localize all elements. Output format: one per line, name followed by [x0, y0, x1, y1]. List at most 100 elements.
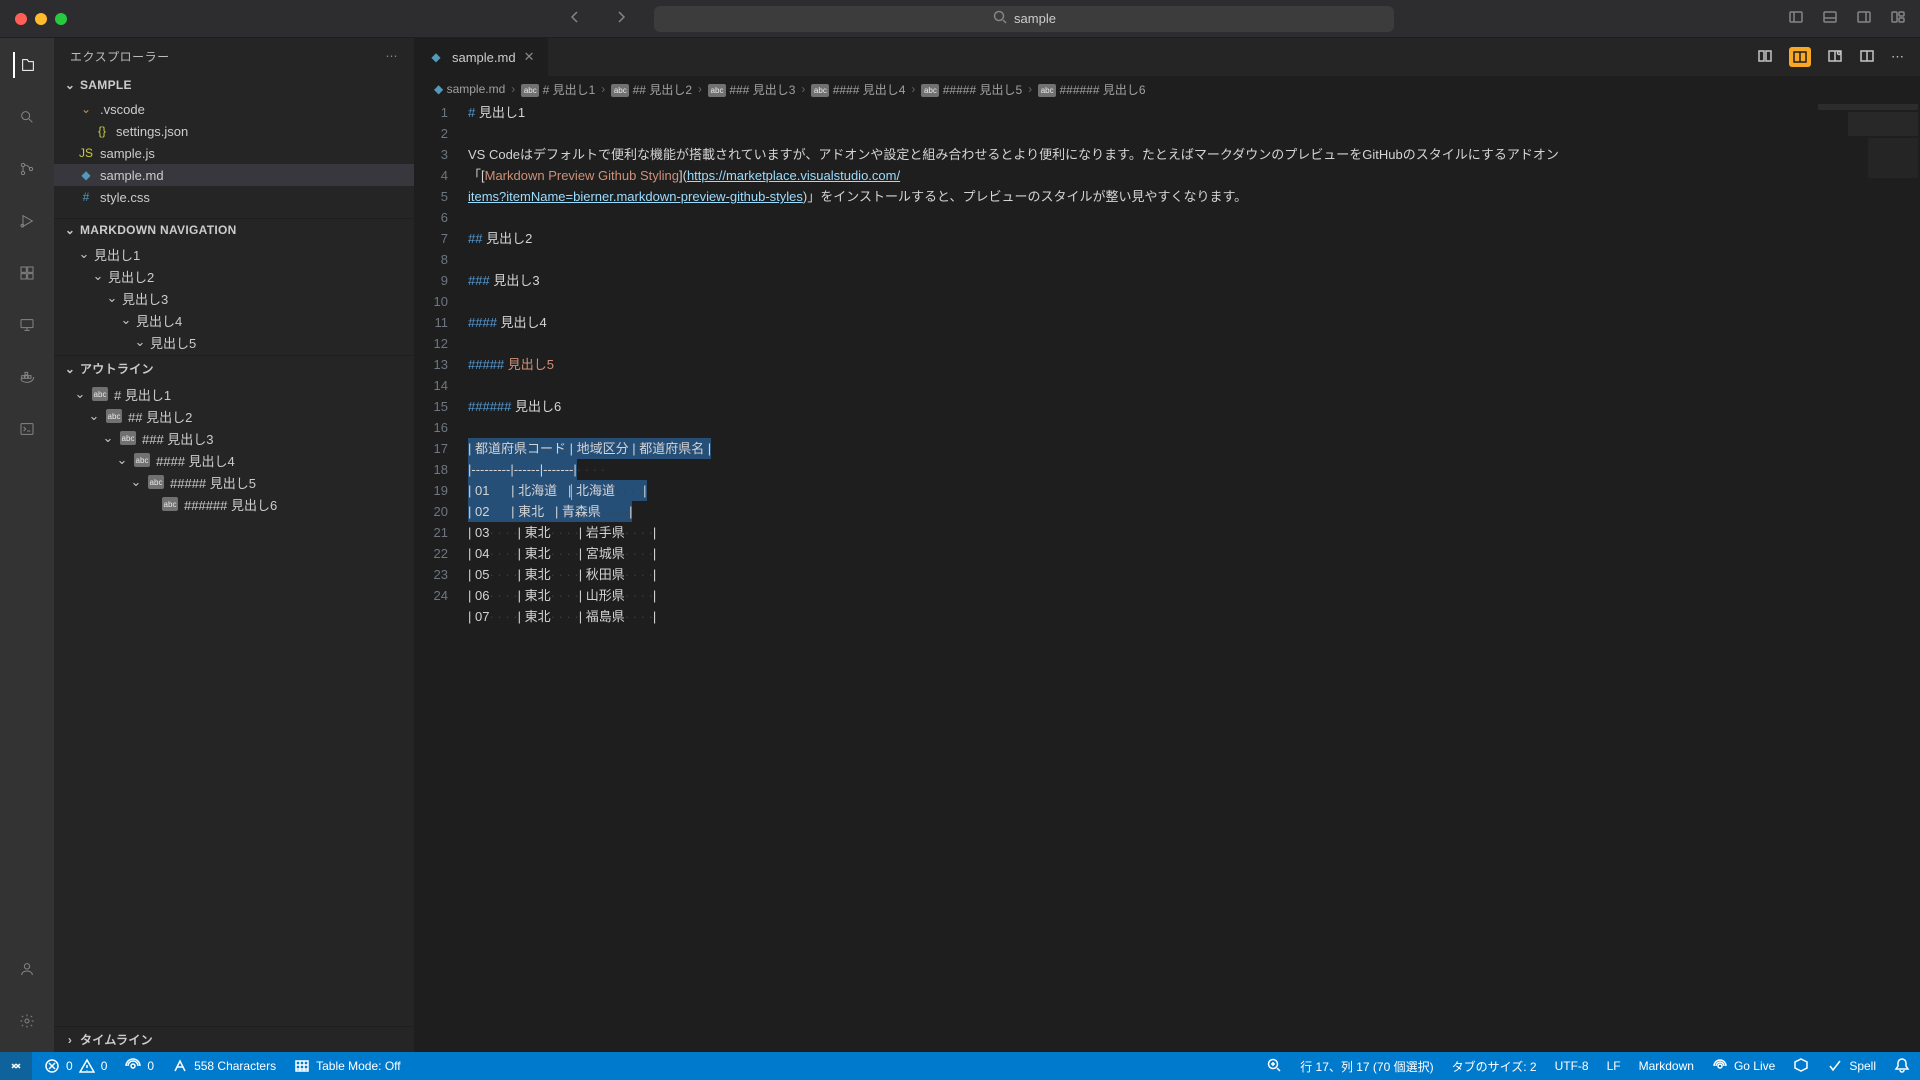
- file-item[interactable]: ⌄ .vscode: [54, 98, 414, 120]
- notifications-icon[interactable]: [1894, 1057, 1910, 1076]
- encoding-status[interactable]: UTF-8: [1555, 1059, 1589, 1073]
- remote-explorer-icon[interactable]: [14, 312, 40, 338]
- extensions-icon[interactable]: [14, 260, 40, 286]
- outline-label: ###### 見出し6: [184, 495, 277, 514]
- nav-label: 見出し1: [94, 245, 140, 264]
- folder-file-icon: ⌄: [78, 102, 94, 116]
- minimize-window[interactable]: [35, 13, 47, 25]
- table-mode-status[interactable]: Table Mode: Off: [294, 1058, 401, 1074]
- source-control-icon[interactable]: [14, 156, 40, 182]
- toggle-panel-icon[interactable]: [1822, 9, 1838, 28]
- tab-sample-md[interactable]: ◆ sample.md ✕: [414, 38, 549, 76]
- spell-status[interactable]: Spell: [1827, 1058, 1876, 1074]
- outline-label: ### 見出し3: [142, 429, 214, 448]
- zoom-icon[interactable]: [1266, 1057, 1282, 1076]
- accounts-icon[interactable]: [14, 956, 40, 982]
- breadcrumb-item[interactable]: abc # 見出し1: [521, 81, 595, 98]
- outline-header[interactable]: ⌄ アウトライン: [54, 356, 414, 381]
- breadcrumb-item[interactable]: abc ### 見出し3: [708, 81, 795, 98]
- breadcrumb-item[interactable]: abc ###### 見出し6: [1038, 81, 1145, 98]
- table-mode-label: Table Mode: Off: [316, 1059, 401, 1073]
- more-actions-icon[interactable]: ⋯: [1891, 49, 1904, 65]
- cursor-position[interactable]: 行 17、列 17 (70 個選択): [1300, 1058, 1433, 1075]
- port-count: 0: [147, 1059, 154, 1073]
- open-changes-icon[interactable]: [1757, 48, 1773, 67]
- breadcrumb-item[interactable]: ◆ sample.md: [434, 82, 505, 96]
- breadcrumb-item[interactable]: abc #### 見出し4: [811, 81, 905, 98]
- search-icon[interactable]: [14, 104, 40, 130]
- forward-icon[interactable]: [613, 9, 629, 28]
- split-editor-icon[interactable]: [1859, 48, 1875, 67]
- close-icon[interactable]: ✕: [524, 49, 535, 65]
- outline-item[interactable]: abc###### 見出し6: [54, 493, 414, 515]
- language-mode[interactable]: Markdown: [1639, 1059, 1694, 1073]
- file-name: .vscode: [100, 102, 145, 117]
- timeline-header[interactable]: › タイムライン: [54, 1027, 414, 1052]
- terminal-icon[interactable]: [14, 416, 40, 442]
- history-nav: [567, 9, 629, 28]
- outline-item[interactable]: ⌄abc# 見出し1: [54, 383, 414, 405]
- outline-item[interactable]: ⌄abc#### 見出し4: [54, 449, 414, 471]
- markdown-file-icon: ◆: [428, 50, 444, 64]
- markdown-nav-header[interactable]: ⌄ MARKDOWN NAVIGATION: [54, 219, 414, 241]
- md-nav-item[interactable]: ⌄見出し2: [54, 265, 414, 287]
- back-icon[interactable]: [567, 9, 583, 28]
- breadcrumb-item[interactable]: abc ## 見出し2: [611, 81, 692, 98]
- file-item[interactable]: {}settings.json: [54, 120, 414, 142]
- toggle-primary-sidebar-icon[interactable]: [1788, 9, 1804, 28]
- sidebar-title: エクスプローラー ⋯: [54, 38, 414, 74]
- section-label: MARKDOWN NAVIGATION: [80, 223, 237, 237]
- md-nav-item[interactable]: ⌄見出し4: [54, 309, 414, 331]
- code-content[interactable]: # 見出し1 VS Codeはデフォルトで便利な機能が搭載されていますが、アドオ…: [468, 102, 1920, 1052]
- md-nav-item[interactable]: ⌄見出し1: [54, 243, 414, 265]
- file-name: style.css: [100, 190, 150, 205]
- eslint-icon[interactable]: [1793, 1057, 1809, 1076]
- symbol-icon: abc: [521, 84, 539, 97]
- breadcrumbs[interactable]: ◆ sample.md›abc # 見出し1›abc ## 見出し2›abc #…: [414, 76, 1920, 102]
- outline-item[interactable]: ⌄abc## 見出し2: [54, 405, 414, 427]
- indentation-status[interactable]: タブのサイズ: 2: [1452, 1058, 1537, 1075]
- explorer-icon[interactable]: [13, 52, 39, 78]
- settings-gear-icon[interactable]: [14, 1008, 40, 1034]
- file-item[interactable]: JSsample.js: [54, 142, 414, 164]
- layout-controls: [1788, 9, 1906, 28]
- md-nav-item[interactable]: ⌄見出し5: [54, 331, 414, 353]
- md-nav-item[interactable]: ⌄見出し3: [54, 287, 414, 309]
- code-area[interactable]: 123456789101112131415161718192021222324 …: [414, 102, 1920, 1052]
- remote-indicator[interactable]: [0, 1052, 32, 1080]
- outline-item[interactable]: ⌄abc##### 見出し5: [54, 471, 414, 493]
- markdown-file-icon: ◆: [434, 82, 443, 96]
- open-preview-side-icon[interactable]: [1827, 48, 1843, 67]
- eol-status[interactable]: LF: [1607, 1059, 1621, 1073]
- chevron-down-icon: ⌄: [64, 223, 76, 237]
- docker-icon[interactable]: [14, 364, 40, 390]
- sidebar-more-icon[interactable]: ⋯: [386, 49, 399, 63]
- titlebar: sample: [0, 0, 1920, 38]
- problems-status[interactable]: 0 0: [44, 1058, 107, 1074]
- customize-layout-icon[interactable]: [1890, 9, 1906, 28]
- maximize-window[interactable]: [55, 13, 67, 25]
- close-window[interactable]: [15, 13, 27, 25]
- folder-header[interactable]: ⌄ SAMPLE: [54, 74, 414, 96]
- file-item[interactable]: ◆sample.md: [54, 164, 414, 186]
- file-name: settings.json: [116, 124, 188, 139]
- minimap[interactable]: [1810, 102, 1920, 1052]
- outline-item[interactable]: ⌄abc### 見出し3: [54, 427, 414, 449]
- nav-label: 見出し3: [122, 289, 168, 308]
- activity-bar: [0, 38, 54, 1052]
- file-item[interactable]: #style.css: [54, 186, 414, 208]
- markdown-preview-icon[interactable]: [1789, 47, 1811, 67]
- ports-status[interactable]: 0: [125, 1058, 154, 1074]
- run-debug-icon[interactable]: [14, 208, 40, 234]
- toggle-secondary-sidebar-icon[interactable]: [1856, 9, 1872, 28]
- breadcrumb-separator: ›: [911, 82, 915, 96]
- go-live-status[interactable]: Go Live: [1712, 1058, 1775, 1074]
- symbol-icon: abc: [148, 475, 164, 489]
- symbol-icon: abc: [92, 387, 108, 401]
- char-count-status[interactable]: 558 Characters: [172, 1058, 276, 1074]
- breadcrumb-item[interactable]: abc ##### 見出し5: [921, 81, 1022, 98]
- command-center[interactable]: sample: [654, 6, 1394, 32]
- line-gutter: 123456789101112131415161718192021222324: [414, 102, 468, 1052]
- js-file-icon: JS: [78, 146, 94, 160]
- chevron-down-icon: ⌄: [130, 474, 142, 490]
